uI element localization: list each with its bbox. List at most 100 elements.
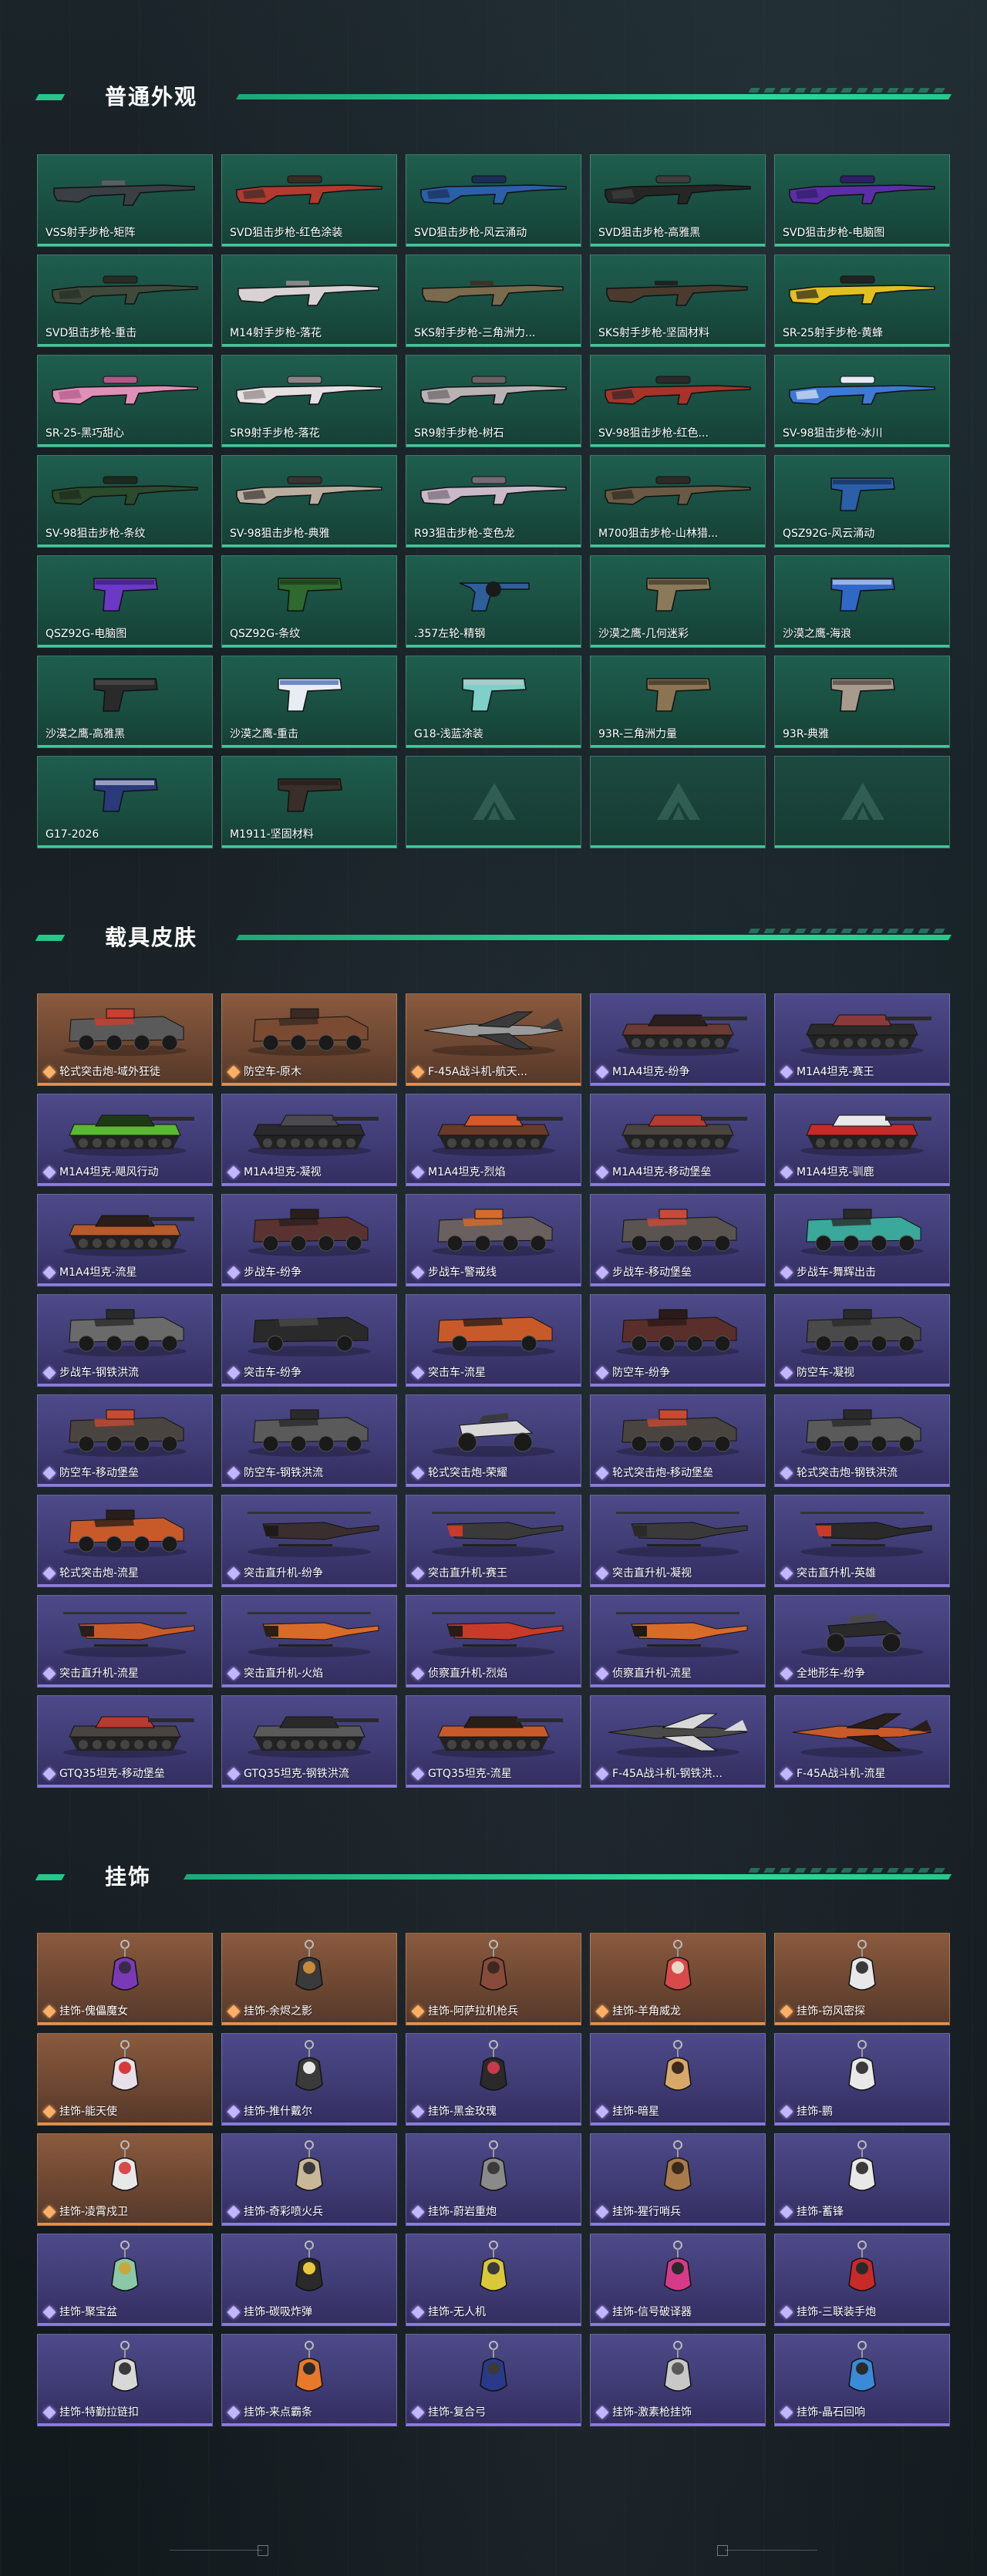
- vehicle-skin-card[interactable]: 防空车-原木: [221, 993, 397, 1086]
- weapon-skin-card[interactable]: SVD狙击步枪-高雅黑: [590, 154, 766, 247]
- vehicle-skin-card[interactable]: M1A4坦克-驯鹿: [774, 1094, 950, 1186]
- vehicle-skin-card[interactable]: 全地形车-纷争: [774, 1595, 950, 1688]
- charm-skin-card[interactable]: 挂饰-鹏: [774, 2033, 950, 2126]
- vehicle-skin-card[interactable]: 轮式突击炮-移动堡垒: [590, 1394, 766, 1487]
- weapon-skin-card[interactable]: SV-98狙击步枪-典雅: [221, 455, 397, 548]
- weapon-skin-card[interactable]: M1911-坚固材料: [221, 756, 397, 848]
- charm-skin-card[interactable]: 挂饰-无人机: [406, 2234, 581, 2326]
- vehicle-skin-card[interactable]: 突击直升机-英雄: [774, 1495, 950, 1587]
- weapon-image: [222, 160, 396, 221]
- weapon-skin-card[interactable]: SV-98狙击步枪-冰川: [774, 355, 950, 447]
- vehicle-skin-card[interactable]: 轮式突击炮-钢铁洪流: [774, 1394, 950, 1487]
- weapon-skin-card[interactable]: .357左轮-精钢: [406, 555, 581, 648]
- vehicle-skin-card[interactable]: 突击直升机-纷争: [221, 1495, 397, 1587]
- charm-skin-card[interactable]: 挂饰-来点霸条: [221, 2334, 397, 2426]
- vehicle-skin-card[interactable]: F-45A战斗机-航天...: [406, 993, 581, 1086]
- weapon-skin-card[interactable]: QSZ92G-风云涌动: [774, 455, 950, 548]
- weapon-skin-card[interactable]: SVD狙击步枪-电脑图: [774, 154, 950, 247]
- weapon-skin-card[interactable]: SVD狙击步枪-重击: [37, 255, 213, 347]
- charm-skin-card[interactable]: 挂饰-晶石回响: [774, 2334, 950, 2426]
- weapon-skin-card[interactable]: SV-98狙击步枪-条纹: [37, 455, 213, 548]
- vehicle-skin-card[interactable]: 轮式突击炮-流星: [37, 1495, 213, 1587]
- vehicle-image: [222, 999, 396, 1060]
- weapon-skin-card[interactable]: M14射手步枪-落花: [221, 255, 397, 347]
- weapon-skin-card[interactable]: SR-25-黑巧甜心: [37, 355, 213, 447]
- charm-skin-card[interactable]: 挂饰-黑金玫瑰: [406, 2033, 581, 2126]
- charm-skin-card[interactable]: 挂饰-猩行哨兵: [590, 2133, 766, 2226]
- weapon-skin-card[interactable]: SKS射手步枪-坚固材料: [590, 255, 766, 347]
- weapon-skin-card[interactable]: SR-25射手步枪-黄蜂: [774, 255, 950, 347]
- charm-skin-card[interactable]: 挂饰-激素枪挂饰: [590, 2334, 766, 2426]
- vehicle-skin-card[interactable]: 步战车-纷争: [221, 1194, 397, 1286]
- vehicle-skin-card[interactable]: M1A4坦克-凝视: [221, 1094, 397, 1186]
- vehicle-skin-card[interactable]: 防空车-移动堡垒: [37, 1394, 213, 1487]
- weapon-skin-card[interactable]: SVD狙击步枪-红色涂装: [221, 154, 397, 247]
- vehicle-skin-card[interactable]: M1A4坦克-移动堡垒: [590, 1094, 766, 1186]
- vehicle-skin-card[interactable]: 突击车-纷争: [221, 1294, 397, 1387]
- vehicle-skin-card[interactable]: M1A4坦克-流星: [37, 1194, 213, 1286]
- charm-skin-card[interactable]: 挂饰-信号破译器: [590, 2234, 766, 2326]
- vehicle-skin-card[interactable]: GTQ35坦克-移动堡垒: [37, 1695, 213, 1788]
- charm-skin-card[interactable]: 挂饰-复合弓: [406, 2334, 581, 2426]
- vehicle-skin-card[interactable]: F-45A战斗机-流星: [774, 1695, 950, 1788]
- vehicle-skin-card[interactable]: 侦察直升机-烈焰: [406, 1595, 581, 1688]
- charm-skin-card[interactable]: 挂饰-羊角威龙: [590, 1933, 766, 2025]
- charm-skin-card[interactable]: 挂饰-推什戴尔: [221, 2033, 397, 2126]
- charm-skin-card[interactable]: 挂饰-三联装手炮: [774, 2234, 950, 2326]
- charm-skin-card[interactable]: 挂饰-蓄锋: [774, 2133, 950, 2226]
- item-label: 突击车-流星: [428, 1367, 487, 1379]
- weapon-skin-card[interactable]: G18-浅蓝涂装: [406, 656, 581, 748]
- charm-skin-card[interactable]: 挂饰-蔚岩重炮: [406, 2133, 581, 2226]
- weapon-skin-card[interactable]: 沙漠之鹰-海浪: [774, 555, 950, 648]
- vehicle-skin-card[interactable]: 突击直升机-凝视: [590, 1495, 766, 1587]
- charm-skin-card[interactable]: 挂饰-傀儡魔女: [37, 1933, 213, 2025]
- vehicle-skin-card[interactable]: 防空车-钢铁洪流: [221, 1394, 397, 1487]
- weapon-skin-card[interactable]: SVD狙击步枪-风云涌动: [406, 154, 581, 247]
- vehicle-skin-card[interactable]: M1A4坦克-烈焰: [406, 1094, 581, 1186]
- vehicle-skin-card[interactable]: 突击直升机-赛王: [406, 1495, 581, 1587]
- weapon-skin-card[interactable]: 93R-典雅: [774, 656, 950, 748]
- vehicle-skin-card[interactable]: M1A4坦克-飓风行动: [37, 1094, 213, 1186]
- charm-skin-card[interactable]: 挂饰-暗星: [590, 2033, 766, 2126]
- weapon-skin-card[interactable]: QSZ92G-条纹: [221, 555, 397, 648]
- charm-skin-card[interactable]: 挂饰-特勤拉链扣: [37, 2334, 213, 2426]
- vehicle-skin-card[interactable]: 轮式突击炮-荣耀: [406, 1394, 581, 1487]
- weapon-skin-card[interactable]: SV-98狙击步枪-红色...: [590, 355, 766, 447]
- vehicle-skin-card[interactable]: M1A4坦克-纷争: [590, 993, 766, 1086]
- vehicle-skin-card[interactable]: GTQ35坦克-钢铁洪流: [221, 1695, 397, 1788]
- charm-skin-card[interactable]: 挂饰-凌霄戍卫: [37, 2133, 213, 2226]
- vehicle-skin-card[interactable]: 步战车-钢铁洪流: [37, 1294, 213, 1387]
- weapon-skin-card[interactable]: SR9射手步枪-落花: [221, 355, 397, 447]
- charm-skin-card[interactable]: 挂饰-碳吸炸弹: [221, 2234, 397, 2326]
- weapon-skin-card[interactable]: VSS射手步枪-矩阵: [37, 154, 213, 247]
- vehicle-skin-card[interactable]: 突击车-流星: [406, 1294, 581, 1387]
- vehicle-skin-card[interactable]: 轮式突击炮-域外狂徒: [37, 993, 213, 1086]
- weapon-skin-card[interactable]: QSZ92G-电脑图: [37, 555, 213, 648]
- vehicle-skin-card[interactable]: F-45A战斗机-钢铁洪...: [590, 1695, 766, 1788]
- weapon-skin-card[interactable]: SR9射手步枪-树石: [406, 355, 581, 447]
- vehicle-skin-card[interactable]: 防空车-纷争: [590, 1294, 766, 1387]
- vehicle-skin-card[interactable]: 突击直升机-流星: [37, 1595, 213, 1688]
- weapon-skin-card[interactable]: SKS射手步枪-三角洲力...: [406, 255, 581, 347]
- weapon-skin-card[interactable]: 沙漠之鹰-几何迷彩: [590, 555, 766, 648]
- vehicle-skin-card[interactable]: 防空车-凝视: [774, 1294, 950, 1387]
- weapon-skin-card[interactable]: 沙漠之鹰-高雅黑: [37, 656, 213, 748]
- charm-skin-card[interactable]: 挂饰-能天使: [37, 2033, 213, 2126]
- charm-skin-card[interactable]: 挂饰-阿萨拉机枪兵: [406, 1933, 581, 2025]
- vehicle-skin-card[interactable]: 侦察直升机-流星: [590, 1595, 766, 1688]
- weapon-skin-card[interactable]: G17-2026: [37, 756, 213, 848]
- vehicle-skin-card[interactable]: M1A4坦克-赛王: [774, 993, 950, 1086]
- charm-skin-card[interactable]: 挂饰-窃风密探: [774, 1933, 950, 2025]
- weapon-skin-card[interactable]: 93R-三角洲力量: [590, 656, 766, 748]
- vehicle-skin-card[interactable]: 步战车-警戒线: [406, 1194, 581, 1286]
- weapon-skin-card[interactable]: 沙漠之鹰-重击: [221, 656, 397, 748]
- charm-skin-card[interactable]: 挂饰-聚宝盆: [37, 2234, 213, 2326]
- weapon-skin-card[interactable]: R93狙击步枪-变色龙: [406, 455, 581, 548]
- vehicle-skin-card[interactable]: 步战车-舞辉出击: [774, 1194, 950, 1286]
- weapon-skin-card[interactable]: M700狙击步枪-山林猎...: [590, 455, 766, 548]
- vehicle-skin-card[interactable]: 突击直升机-火焰: [221, 1595, 397, 1688]
- charm-skin-card[interactable]: 挂饰-奇彩喷火兵: [221, 2133, 397, 2226]
- vehicle-skin-card[interactable]: GTQ35坦克-流星: [406, 1695, 581, 1788]
- vehicle-skin-card[interactable]: 步战车-移动堡垒: [590, 1194, 766, 1286]
- charm-skin-card[interactable]: 挂饰-余烬之影: [221, 1933, 397, 2025]
